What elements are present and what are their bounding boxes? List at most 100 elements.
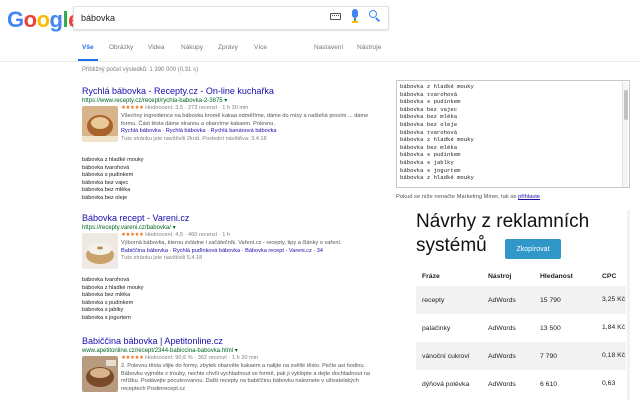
microphone-icon[interactable] [352,9,358,25]
keyword-list: bábovka tvarohová bábovka z hladké mouky… [82,277,144,323]
rating-stars: ★★★★★ [121,232,144,238]
result-title[interactable]: Rychlá bábovka - Recepty.cz - On-line ku… [82,86,382,96]
scrollbar[interactable] [627,210,630,400]
cpc-cell: 3,25 Kč [596,286,626,314]
keyword-list: bábovka z hladké mouky bábovka tvarohová… [82,157,144,203]
list-item: bábovka bez vajec [82,179,129,186]
volume-cell: 15 790 [534,286,596,314]
column-header[interactable]: Nástroj [482,266,534,286]
cpc-cell: 0,18 Kč [596,342,626,370]
result-title[interactable]: Babiččina bábovka | Apetitonline.cz [82,336,382,346]
result-snippet: 2. Polevnu těsta vlijte do formy, zbytek… [121,362,370,393]
keyword-line: bábovka bez oleje [400,120,458,128]
result-thumbnail[interactable] [82,106,118,142]
keyword-line: bábovka z hladké mouky [400,83,474,90]
volume-cell: 6 610 [540,380,558,388]
volume-cell: 7 790 [534,342,596,370]
list-item: bábovka bez oleje [82,194,128,201]
header: Google Vše Obrázky Videa Nákupy Zprávy V… [0,0,640,62]
tab-tools[interactable]: Nástroje [357,44,381,51]
tool-cell: AdWords [488,324,516,332]
search-input[interactable] [81,10,321,26]
result-rating: Hodnocení: 3,5 · 273 recenzí · 1 h 30 mi… [145,105,249,111]
keyword-line: bábovka s pudinkem [400,98,461,106]
rating-stars: ★★★★★ [121,105,144,111]
copy-button[interactable]: Zkopírovat [505,239,561,259]
result-thumbnail[interactable] [82,233,118,269]
logo-letter: o [36,7,50,32]
login-note: Pokud se níže nenačte Marketing Miner, t… [396,194,630,200]
ads-suggestions-box: Návrhy z reklamních systémů Zkopírovat F… [406,204,630,400]
result-url[interactable]: https://recepty.vareni.cz/babovka/ ▾ [82,224,382,231]
tab-images[interactable]: Obrázky [109,44,133,51]
tab-all[interactable]: Vše [78,44,98,61]
rating-stars: ★★★★★ [121,355,144,361]
tab-shopping[interactable]: Nákupy [181,44,203,51]
phrase-cell: vánoční cukroví [416,342,482,370]
result-sitelinks[interactable]: Rychlá bábovka · Rychlá bábovka · Rychlá… [121,128,382,136]
search-box [73,6,389,30]
tool-cell: AdWords [488,380,516,388]
tab-settings[interactable]: Nastavení [314,44,343,51]
volume-cell: 13 500 [540,324,561,332]
list-item: bábovka bez mléka [82,292,131,299]
list-item: bábovka s pudinkem [82,172,134,179]
search-result: Bábovka recept - Vareni.cz https://recep… [82,213,382,269]
result-snippet: Výborná bábovka, kterou zvládne i začáte… [121,239,342,246]
keyword-line: bábovka z hladké mouky [400,174,474,182]
keyword-line: bábovka bez vajec [400,105,458,113]
keyword-line: bábovka z hladké mouky [400,136,474,144]
keyword-textarea[interactable]: bábovka z hladké mouky bábovka tvarohová b… [396,80,630,188]
google-logo[interactable]: Google [7,7,80,33]
logo-letter: g [49,7,63,32]
tab-videos[interactable]: Videa [148,44,165,51]
list-item: bábovka z hladké mouky [82,284,144,291]
result-visit-info: Tuto stránku jste navštívili 2krát. Posl… [121,136,267,143]
tab-news[interactable]: Zprávy [218,44,238,51]
list-item: bábovka tvarohová [82,164,130,171]
list-item: bábovka s pudinkem [82,299,134,306]
login-note-text: Pokud se níže nenačte Marketing Miner, t… [396,194,519,200]
result-stats: Přibližný počet výsledků: 1 390 000 (0,3… [82,67,199,73]
logo-letter: G [7,7,24,32]
result-sitelinks[interactable]: Babiččina bábovka · Rychlá puďinková báb… [121,248,382,256]
result-title[interactable]: Bábovka recept - Vareni.cz [82,213,382,223]
ads-table: Fráze Nástroj Hledanost CPC recepty AdWo… [416,266,626,398]
result-url[interactable]: www.apetitonline.cz/recept/2344-babiccin… [82,347,382,354]
list-item: bábovka s jablky [82,307,124,314]
result-rating: Hodnocení: 90,6 % · 362 recenzí · 1 h 20… [145,355,259,361]
column-header[interactable]: Fráze [416,266,482,286]
keyword-line: bábovka s pudinkem [400,151,461,159]
cpc-cell: 0,63 [602,380,616,387]
scrollbar[interactable] [622,82,628,187]
result-url[interactable]: https://www.recepty.cz/recept/rychla-bab… [82,97,382,104]
table-row[interactable]: recepty AdWords 15 790 3,25 Kč [416,286,626,314]
tab-more[interactable]: Více [254,44,267,51]
table-row[interactable]: vánoční cukroví AdWords 7 790 0,18 Kč [416,342,626,370]
list-item: bábovka s jogurtem [82,314,131,321]
phrase-cell: recepty [416,286,482,314]
keyword-line: bábovka tvarohová [400,90,458,98]
keyword-line: bábovka bez mléka [400,143,458,151]
result-snippet: Všechny ingredience na bábovku kromě kak… [121,112,369,127]
column-header[interactable]: Hledanost [534,266,596,286]
table-row[interactable]: palačinky AdWords 13 500 1,84 Kč [416,314,626,342]
search-result: Babiččina bábovka | Apetitonline.cz www.… [82,336,382,394]
cpc-cell: 1,84 Kč [602,324,626,331]
table-row[interactable]: dýňová polévka AdWords 6 610 0,63 [416,370,626,398]
logo-letter: o [23,7,37,32]
marketing-miner-panel: bábovka z hladké mouky bábovka tvarohová b… [396,80,630,200]
keyboard-icon[interactable] [330,13,341,20]
search-icon[interactable] [369,10,381,22]
keyword-line: bábovka s jogurtem [400,166,461,174]
keyword-line: bábovka tvarohová [400,128,458,136]
column-header[interactable]: CPC [596,266,626,286]
login-link[interactable]: přihlaste [518,194,540,200]
tool-cell: AdWords [482,286,534,314]
keyword-line: bábovka s jablky [400,158,454,166]
result-rating: Hodnocení: 4,5 · 460 recenzí · 1 h [145,232,231,238]
phrase-cell: palačinky [422,324,451,332]
list-item: bábovka tvarohová [82,277,130,283]
list-item: bábovka z hladké mouky [82,157,144,163]
result-thumbnail[interactable] [82,356,118,392]
